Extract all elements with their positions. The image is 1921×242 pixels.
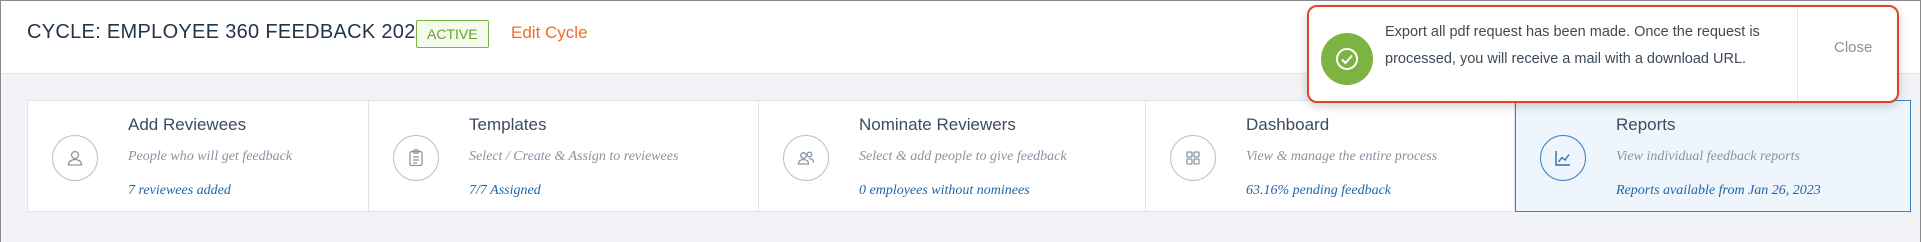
card-title: Dashboard [1246,115,1330,134]
people-icon [783,135,829,181]
card-stat-link[interactable]: 63.16% pending feedback [1246,183,1391,199]
card-stat-link[interactable]: 0 employees without nominees [859,183,1030,199]
clipboard-icon [393,135,439,181]
card-description: View individual feedback reports [1616,149,1800,164]
export-notification-toast: Export all pdf request has been made. On… [1307,5,1899,103]
card-description: View & manage the entire process [1246,149,1438,164]
card-stat-link[interactable]: 7 reviewees added [128,183,231,199]
person-icon [52,135,98,181]
card-add-reviewees[interactable]: Add Reviewees People who will get feedba… [28,101,369,211]
workflow-cards: Add Reviewees People who will get feedba… [27,100,1911,212]
card-templates[interactable]: Templates Select / Create & Assign to re… [369,101,759,211]
card-stat-link[interactable]: Reports available from Jan 26, 2023 [1616,183,1821,199]
card-stat-link[interactable]: 7/7 Assigned [469,183,541,199]
check-circle-icon [1321,33,1373,85]
toast-message: Export all pdf request has been made. On… [1385,24,1760,67]
edit-cycle-link[interactable]: Edit Cycle [511,23,588,43]
grid-icon [1170,135,1216,181]
toast-divider [1797,7,1798,101]
card-reports[interactable]: Reports View individual feedback reports… [1515,100,1911,212]
status-badge: ACTIVE [416,20,489,48]
card-description: Select & add people to give feedback [859,149,1067,164]
close-button[interactable]: Close [1834,39,1872,56]
chart-line-icon [1540,135,1586,181]
card-title: Templates [469,115,547,134]
card-nominate-reviewers[interactable]: Nominate Reviewers Select & add people t… [759,101,1146,211]
card-title: Nominate Reviewers [859,115,1016,134]
card-description: People who will get feedback [128,149,293,164]
card-dashboard[interactable]: Dashboard View & manage the entire proce… [1146,101,1515,211]
card-title: Reports [1616,115,1676,134]
card-title: Add Reviewees [128,115,247,134]
page-title: CYCLE: EMPLOYEE 360 FEEDBACK 2022 [27,21,428,43]
card-description: Select / Create & Assign to reviewees [469,149,679,164]
